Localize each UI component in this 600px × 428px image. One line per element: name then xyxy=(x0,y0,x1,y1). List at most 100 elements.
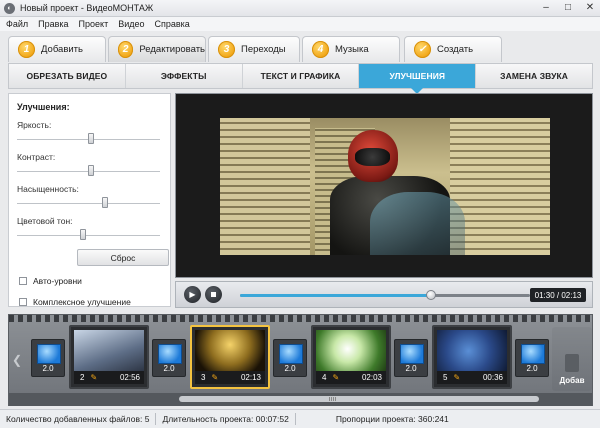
timeline-clip[interactable]: 2 ✎ 02:56 xyxy=(69,325,149,389)
transition-icon xyxy=(400,344,424,364)
timeline-strip: ❮ ❯ 2.0 2 ✎ 02:56 2.0 3 ✎ 02:13 2.0 4 ✎ xyxy=(8,314,593,406)
complex-enhance-row[interactable]: Комплексное улучшение xyxy=(17,297,164,307)
subtab-effects[interactable]: ЭФФЕКТЫ xyxy=(126,64,243,88)
video-preview[interactable] xyxy=(175,93,593,278)
transition-slot[interactable]: 2.0 xyxy=(273,339,307,377)
clip-info: 4 ✎ 02:03 xyxy=(316,371,386,384)
tab-add[interactable]: 1 Добавить xyxy=(8,36,106,62)
building-image xyxy=(450,118,550,255)
menu-edit[interactable]: Правка xyxy=(38,19,68,29)
add-clip-button[interactable]: Добав xyxy=(552,327,592,391)
auto-levels-row[interactable]: Авто-уровни xyxy=(17,276,164,286)
add-clip-label: Добав xyxy=(559,376,585,385)
transition-icon xyxy=(521,344,545,364)
clip-index: 3 xyxy=(201,373,206,382)
tab-transitions[interactable]: 3 Переходы xyxy=(208,36,300,62)
film-perforations xyxy=(9,315,592,322)
slider-thumb[interactable] xyxy=(87,165,94,176)
menu-project[interactable]: Проект xyxy=(79,19,109,29)
clip-thumbnail xyxy=(195,330,265,372)
contrast-slider[interactable] xyxy=(17,162,164,176)
step-badge-icon: 3 xyxy=(218,41,235,58)
transition-slot[interactable]: 2.0 xyxy=(394,339,428,377)
transition-slot[interactable]: 2.0 xyxy=(152,339,186,377)
pencil-icon[interactable]: ✎ xyxy=(211,373,218,382)
transition-icon xyxy=(279,344,303,364)
transition-icon xyxy=(158,344,182,364)
play-button[interactable]: ▶ xyxy=(184,286,201,303)
slider-track xyxy=(17,203,160,204)
visor-image xyxy=(355,148,390,166)
timeline-clip-selected[interactable]: 3 ✎ 02:13 xyxy=(190,325,270,389)
tab-edit[interactable]: 2 Редактировать xyxy=(108,36,206,62)
subtab-trim[interactable]: ОБРЕЗАТЬ ВИДЕО xyxy=(9,64,126,88)
pencil-icon[interactable]: ✎ xyxy=(90,373,97,382)
transition-duration: 2.0 xyxy=(405,364,417,373)
status-duration: Длительность проекта: 00:07:52 xyxy=(156,413,296,425)
step-badge-icon: 1 xyxy=(18,41,35,58)
window-controls: – □ ✕ xyxy=(540,2,596,14)
subtab-enhancements[interactable]: УЛУЧШЕНИЯ xyxy=(359,64,477,94)
panel-title: Улучшения: xyxy=(17,102,70,112)
brightness-slider[interactable] xyxy=(17,130,164,144)
seek-bar[interactable] xyxy=(240,288,530,302)
complex-enhance-label: Комплексное улучшение xyxy=(33,297,131,307)
step-badge-icon: 2 xyxy=(118,41,134,58)
subtab-text-graphics[interactable]: ТЕКСТ И ГРАФИКА xyxy=(243,64,360,88)
contrast-label: Контраст: xyxy=(17,152,56,162)
chevron-left-icon[interactable]: ❮ xyxy=(12,353,22,367)
slider-thumb[interactable] xyxy=(102,197,109,208)
video-frame xyxy=(220,118,550,255)
reset-button[interactable]: Сброс xyxy=(77,249,169,266)
minimize-button[interactable]: – xyxy=(540,2,552,14)
saturation-slider[interactable] xyxy=(17,194,164,208)
transition-duration: 2.0 xyxy=(42,364,54,373)
tab-music[interactable]: 4 Музыка xyxy=(302,36,400,62)
motorcyclist-image xyxy=(330,130,465,255)
check-badge-icon: ✓ xyxy=(414,41,431,58)
transition-duration: 2.0 xyxy=(284,364,296,373)
menu-bar: Файл Правка Проект Видео Справка xyxy=(0,17,600,31)
tab-label: Редактировать xyxy=(139,44,205,55)
timeline-scrollbar[interactable] xyxy=(179,396,539,402)
main-tabs: 1 Добавить 2 Редактировать 3 Переходы 4 … xyxy=(0,31,600,63)
seek-knob[interactable] xyxy=(426,289,437,300)
slider-thumb[interactable] xyxy=(87,133,94,144)
close-button[interactable]: ✕ xyxy=(584,2,596,14)
hue-slider[interactable] xyxy=(17,226,164,240)
transition-slot[interactable]: 2.0 xyxy=(515,339,549,377)
slider-track xyxy=(17,235,160,236)
windshield-image xyxy=(370,192,465,255)
slider-thumb[interactable] xyxy=(80,229,87,240)
tab-label: Музыка xyxy=(335,44,369,55)
clip-index: 5 xyxy=(443,373,448,382)
menu-help[interactable]: Справка xyxy=(155,19,190,29)
player-controls: ▶ 01:30 / 02:13 xyxy=(175,281,593,308)
clip-index: 4 xyxy=(322,373,327,382)
seek-fill xyxy=(240,293,432,297)
window-title: Новый проект - ВидеоМОНТАЖ xyxy=(20,3,154,13)
status-ratio: Пропорции проекта: 360:241 xyxy=(335,414,449,424)
auto-levels-label: Авто-уровни xyxy=(33,276,82,286)
pencil-icon[interactable]: ✎ xyxy=(453,373,460,382)
clip-info: 3 ✎ 02:13 xyxy=(195,371,265,384)
auto-levels-checkbox[interactable] xyxy=(19,277,27,285)
clip-info: 5 ✎ 00:36 xyxy=(437,371,507,384)
complex-enhance-checkbox[interactable] xyxy=(19,298,27,306)
pencil-icon[interactable]: ✎ xyxy=(332,373,339,382)
subtab-audio-replace[interactable]: ЗАМЕНА ЗВУКА xyxy=(476,64,592,88)
hue-label: Цветовой тон: xyxy=(17,216,73,226)
timeline-clip[interactable]: 4 ✎ 02:03 xyxy=(311,325,391,389)
menu-video[interactable]: Видео xyxy=(118,19,144,29)
stop-button[interactable] xyxy=(205,286,222,303)
maximize-button[interactable]: □ xyxy=(562,2,574,14)
stop-icon xyxy=(211,292,216,297)
tab-create[interactable]: ✓ Создать xyxy=(404,36,502,62)
scroll-grip-icon[interactable] xyxy=(329,397,337,401)
clip-index: 2 xyxy=(80,373,85,382)
timeline-clip[interactable]: 5 ✎ 00:36 xyxy=(432,325,512,389)
menu-file[interactable]: Файл xyxy=(6,19,28,29)
document-icon xyxy=(565,354,579,372)
transition-slot[interactable]: 2.0 xyxy=(31,339,65,377)
tab-label: Создать xyxy=(437,44,474,55)
